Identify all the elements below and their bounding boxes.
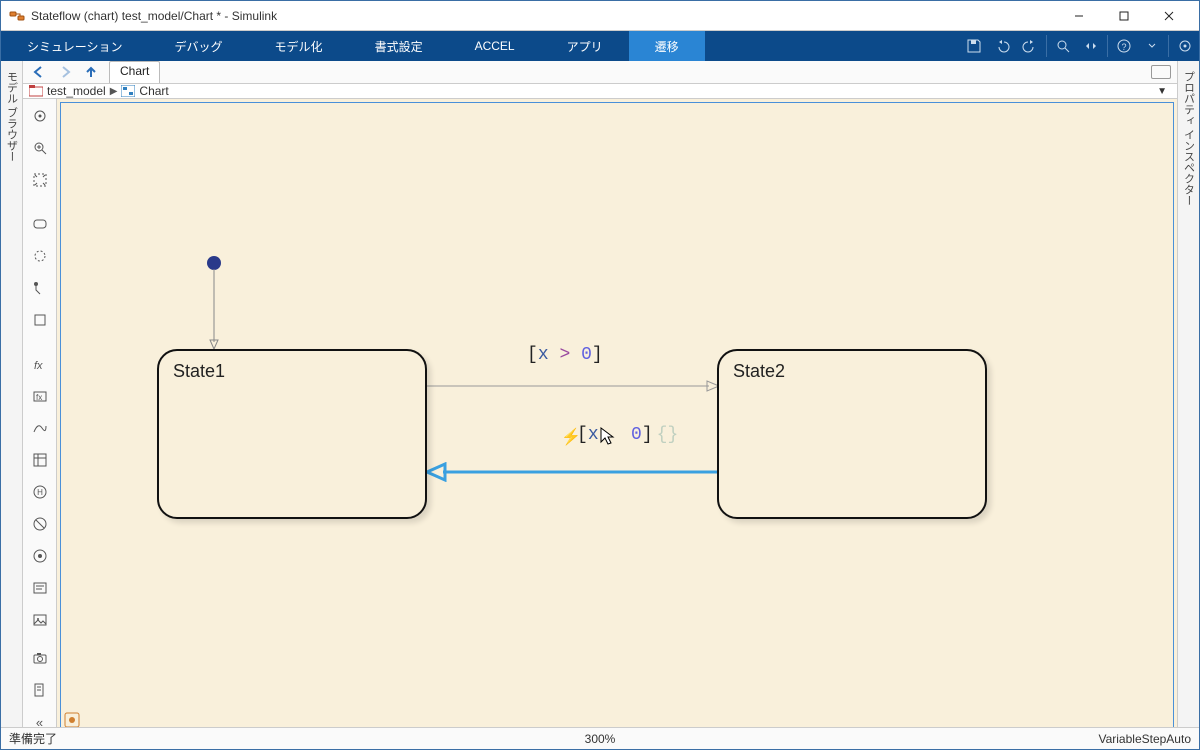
palette-graphical-function-icon[interactable] bbox=[27, 415, 53, 441]
palette-fit-icon[interactable] bbox=[27, 167, 53, 193]
menu-transition[interactable]: 遷移 bbox=[629, 31, 705, 61]
palette-state-icon[interactable] bbox=[27, 211, 53, 237]
help-icon[interactable]: ? bbox=[1110, 31, 1138, 61]
state1-label: State1 bbox=[173, 361, 225, 381]
menu-simulation[interactable]: シミュレーション bbox=[1, 31, 149, 61]
default-transition-arrow[interactable] bbox=[207, 264, 223, 354]
model-browser-label: モデル ブラウザー bbox=[4, 67, 20, 166]
nav-back-icon[interactable] bbox=[27, 61, 51, 83]
svg-text:?: ? bbox=[1121, 42, 1126, 52]
svg-text:fx: fx bbox=[36, 393, 42, 402]
titlebar: Stateflow (chart) test_model/Chart * - S… bbox=[1, 1, 1199, 31]
svg-text:fx: fx bbox=[34, 360, 43, 371]
palette-requirements-icon[interactable] bbox=[27, 677, 53, 703]
undo-icon[interactable] bbox=[988, 31, 1016, 61]
nav-up-icon[interactable] bbox=[79, 61, 103, 83]
breadcrumb: test_model ▶ Chart ▼ bbox=[23, 84, 1177, 99]
palette-collapse-icon[interactable]: « bbox=[27, 709, 53, 727]
breadcrumb-chart[interactable]: Chart bbox=[139, 84, 168, 98]
stateflow-app-icon bbox=[9, 8, 25, 24]
menu-apps[interactable]: アプリ bbox=[541, 31, 629, 61]
menu-debug[interactable]: デバッグ bbox=[149, 31, 249, 61]
target-icon[interactable] bbox=[1171, 31, 1199, 61]
redo-icon[interactable] bbox=[1016, 31, 1044, 61]
nav-forward-icon[interactable] bbox=[53, 61, 77, 83]
palette-default-transition-icon[interactable] bbox=[27, 275, 53, 301]
transition-s1-s2-label[interactable]: [x > 0] bbox=[527, 345, 603, 365]
save-icon[interactable] bbox=[960, 31, 988, 61]
breadcrumb-model[interactable]: test_model bbox=[47, 84, 106, 98]
state-state2[interactable]: State2 bbox=[717, 349, 987, 519]
svg-text:H: H bbox=[37, 488, 43, 497]
palette-box-icon[interactable] bbox=[27, 307, 53, 333]
canvas[interactable]: [x > 0] ⚡ [x 0]{} State1 St bbox=[57, 99, 1177, 727]
status-zoom[interactable]: 300% bbox=[403, 732, 797, 746]
status-ready: 準備完了 bbox=[9, 730, 403, 747]
breadcrumb-dropdown-icon[interactable]: ▼ bbox=[1153, 86, 1171, 97]
maximize-button[interactable] bbox=[1101, 1, 1146, 31]
statusbar: 準備完了 300% VariableStepAuto bbox=[1, 727, 1199, 749]
status-solver[interactable]: VariableStepAuto bbox=[797, 732, 1191, 746]
menu-format[interactable]: 書式設定 bbox=[349, 31, 449, 61]
toolstrip: シミュレーション デバッグ モデル化 書式設定 ACCEL アプリ 遷移 ? bbox=[1, 31, 1199, 61]
palette-truth-table-icon[interactable] bbox=[27, 447, 53, 473]
canvas-badge-icon[interactable] bbox=[63, 711, 81, 727]
menu-accel[interactable]: ACCEL bbox=[449, 31, 541, 61]
palette-zoom-icon[interactable] bbox=[27, 135, 53, 161]
menu-modeling[interactable]: モデル化 bbox=[249, 31, 349, 61]
palette-annotation-icon[interactable] bbox=[27, 575, 53, 601]
palette-function-icon[interactable]: fx bbox=[27, 351, 53, 377]
mouse-cursor-icon bbox=[599, 426, 617, 448]
state2-label: State2 bbox=[733, 361, 785, 381]
model-browser-tab[interactable]: モデル ブラウザー bbox=[1, 61, 23, 727]
minimize-button[interactable] bbox=[1056, 1, 1101, 31]
property-inspector-label: プロパティ インスペクター bbox=[1181, 67, 1197, 210]
transition-s1-s2[interactable] bbox=[427, 379, 722, 393]
palette-connective-junction-icon[interactable] bbox=[27, 511, 53, 537]
palette-target-icon[interactable] bbox=[27, 103, 53, 129]
palette-simulink-function-icon[interactable]: fx bbox=[27, 383, 53, 409]
model-icon bbox=[29, 85, 43, 97]
keyboard-icon[interactable] bbox=[1149, 61, 1173, 83]
help-dropdown-icon[interactable] bbox=[1138, 31, 1166, 61]
close-button[interactable] bbox=[1146, 1, 1191, 31]
property-inspector-tab[interactable]: プロパティ インスペクター bbox=[1177, 61, 1199, 727]
explorer-bar: Chart bbox=[23, 61, 1177, 84]
state-state1[interactable]: State1 bbox=[157, 349, 427, 519]
window-title: Stateflow (chart) test_model/Chart * - S… bbox=[31, 9, 1056, 23]
chevron-right-icon: ▶ bbox=[110, 86, 118, 97]
search-icon[interactable] bbox=[1049, 31, 1077, 61]
palette-junction-icon[interactable] bbox=[27, 243, 53, 269]
palette-image-icon[interactable] bbox=[27, 607, 53, 633]
palette: fx fx H « bbox=[23, 99, 57, 727]
palette-entry-icon[interactable] bbox=[27, 543, 53, 569]
palette-history-icon[interactable]: H bbox=[27, 479, 53, 505]
transition-s2-s1[interactable] bbox=[425, 462, 723, 482]
palette-camera-icon[interactable] bbox=[27, 645, 53, 671]
canvas-tab[interactable]: Chart bbox=[109, 61, 160, 83]
expand-icon[interactable] bbox=[1077, 31, 1105, 61]
chart-icon bbox=[121, 85, 135, 97]
transition-s2-s1-label[interactable]: [x 0]{} bbox=[577, 425, 678, 445]
